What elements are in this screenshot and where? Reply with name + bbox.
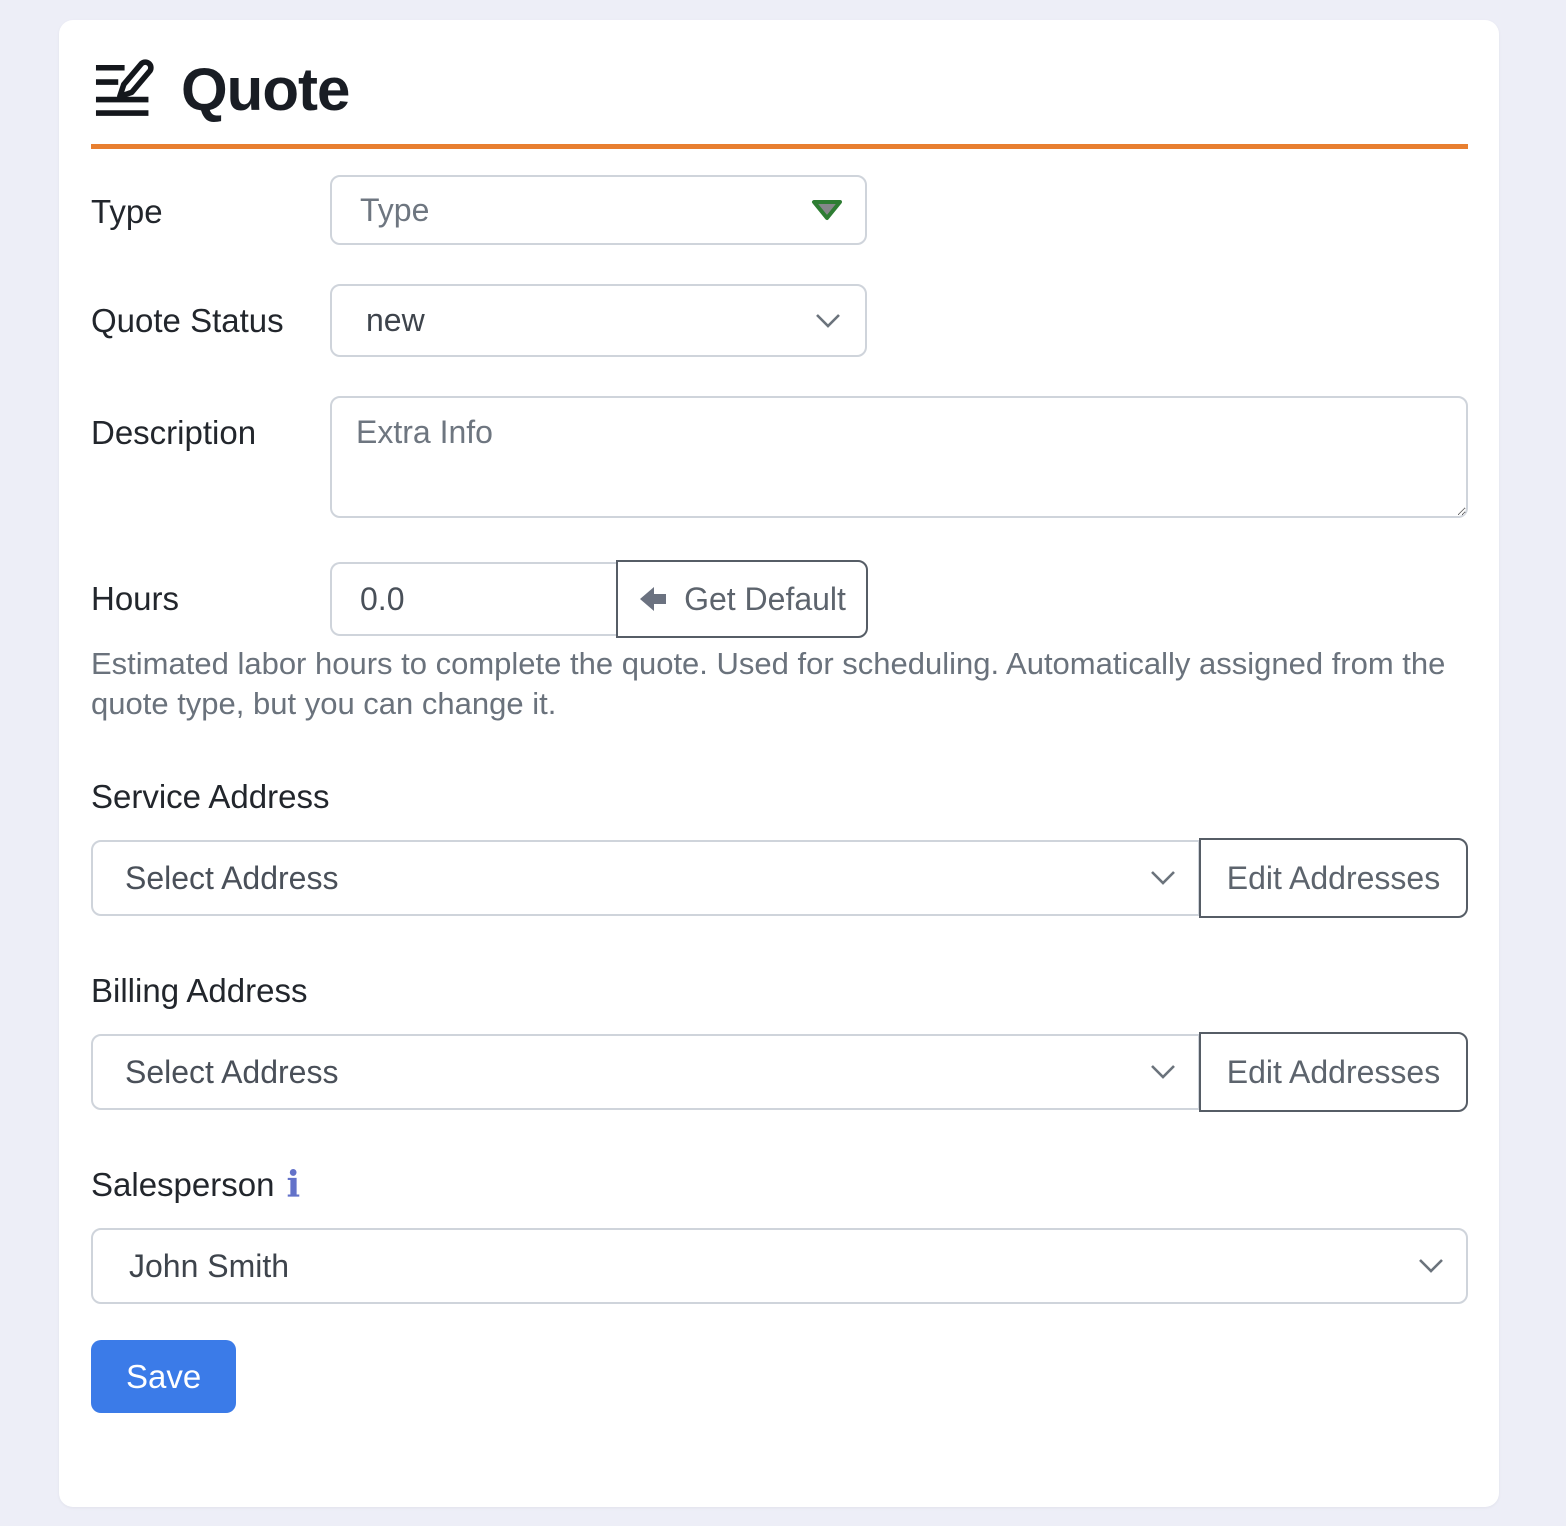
chevron-down-icon [1418,1258,1444,1274]
quote-status-select[interactable]: new [330,284,867,357]
save-button[interactable]: Save [91,1340,236,1413]
dropdown-triangle-icon [811,199,843,221]
type-select[interactable]: Type [330,175,867,245]
chevron-down-icon [1150,1064,1176,1080]
description-textarea[interactable] [330,396,1468,518]
card-header: Quote [91,46,1468,122]
quote-status-row: Quote Status new [91,284,1468,357]
salesperson-label-row: Salesperson i [91,1166,1468,1204]
info-icon[interactable]: i [286,1167,300,1203]
page-background: Quote Type Type Quote Status [0,0,1566,1526]
billing-address-row: Select Address Edit Addresses [91,1034,1468,1112]
arrow-left-icon [638,585,670,613]
quote-card: Quote Type Type Quote Status [59,20,1499,1507]
billing-address-value: Select Address [125,1054,338,1091]
salesperson-value: John Smith [129,1248,289,1285]
quote-status-value: new [366,302,425,339]
document-edit-icon [91,59,155,121]
billing-address-select[interactable]: Select Address [91,1034,1200,1110]
edit-service-addresses-button[interactable]: Edit Addresses [1199,838,1468,918]
salesperson-select[interactable]: John Smith [91,1228,1468,1304]
edit-billing-addresses-button[interactable]: Edit Addresses [1199,1032,1468,1112]
service-address-label: Service Address [91,778,1468,816]
hours-input[interactable] [330,562,617,636]
description-label: Description [91,396,330,457]
service-address-value: Select Address [125,860,338,897]
type-select-placeholder: Type [360,192,429,229]
quote-status-label: Quote Status [91,284,330,345]
service-address-row: Select Address Edit Addresses [91,840,1468,918]
hours-row: Hours Get Default [91,562,1468,638]
description-row: Description [91,396,1468,523]
type-row: Type Type [91,175,1468,245]
hours-help-text: Estimated labor hours to complete the qu… [91,644,1468,724]
chevron-down-icon [1150,870,1176,886]
get-default-button[interactable]: Get Default [616,560,868,638]
type-label: Type [91,175,330,236]
hours-label: Hours [91,562,330,623]
billing-address-label: Billing Address [91,972,1468,1010]
service-address-select[interactable]: Select Address [91,840,1200,916]
get-default-label: Get Default [684,581,846,618]
accent-divider [91,144,1468,149]
chevron-down-icon [815,313,841,329]
salesperson-label: Salesperson [91,1166,274,1204]
page-title: Quote [181,58,349,122]
